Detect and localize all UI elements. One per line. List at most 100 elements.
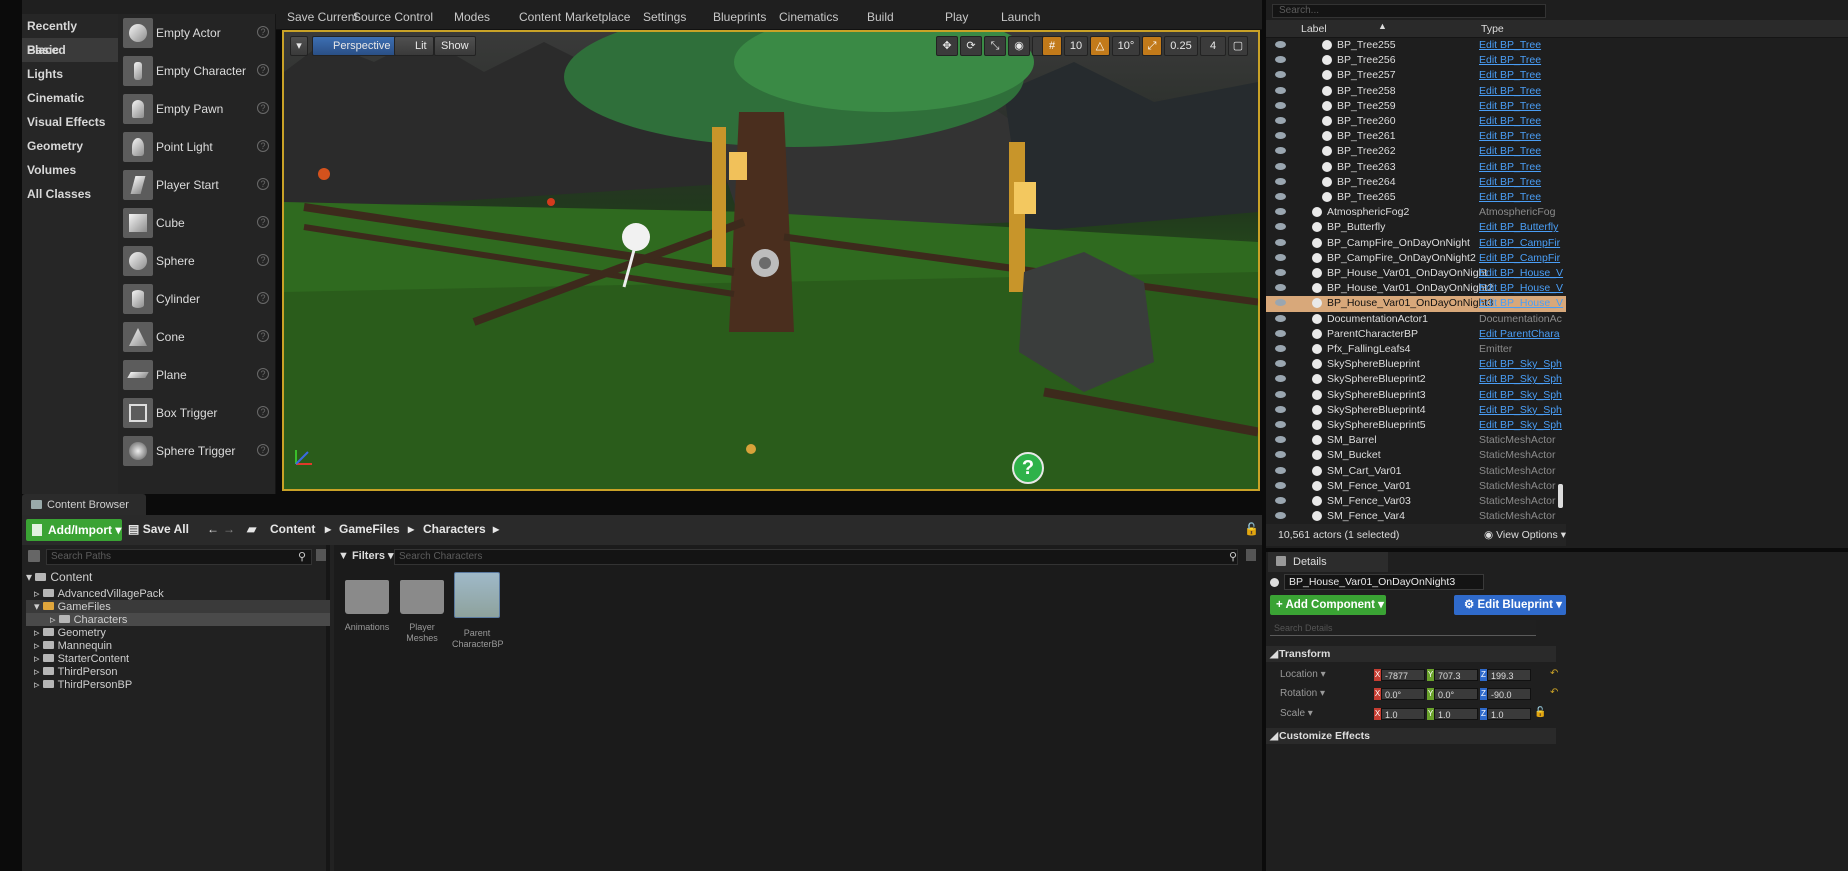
visibility-eye-icon[interactable] bbox=[1275, 208, 1286, 216]
visibility-eye-icon[interactable] bbox=[1275, 71, 1286, 79]
breadcrumb-characters[interactable]: Characters bbox=[423, 522, 486, 536]
outliner-row[interactable]: BP_House_Var01_OnDayOnNight3 Edit BP_Hous… bbox=[1266, 296, 1566, 312]
edit-blueprint-link[interactable]: Edit BP_House_V bbox=[1479, 297, 1563, 309]
filters-button[interactable]: ▼ Filters ▾ bbox=[338, 549, 394, 562]
tree-item-mannequin[interactable]: ▹ Mannequin bbox=[34, 639, 112, 652]
breadcrumb-gamefiles[interactable]: GameFiles bbox=[339, 522, 400, 536]
location-label[interactable]: Location ▾ bbox=[1280, 669, 1326, 680]
edit-blueprint-link[interactable]: Edit BP_Sky_Sph bbox=[1479, 373, 1562, 385]
add-import-button[interactable]: Add/Import ▾ bbox=[26, 519, 122, 541]
tree-item-gamefiles[interactable]: ▾ GameFiles bbox=[26, 600, 330, 613]
placeable-player-start[interactable]: Player Start ? bbox=[118, 166, 275, 204]
breadcrumb-content[interactable]: Content bbox=[270, 522, 315, 536]
outliner-row[interactable]: BP_Butterfly Edit BP_Butterfly bbox=[1266, 220, 1566, 236]
outliner-row[interactable]: SM_Bucket StaticMeshActor bbox=[1266, 448, 1566, 464]
rotate-widget-icon[interactable]: ⟳ bbox=[960, 36, 982, 56]
outliner-row[interactable]: BP_Tree262 Edit BP_Tree bbox=[1266, 144, 1566, 160]
outliner-row[interactable]: SkySphereBlueprint4 Edit BP_Sky_Sph bbox=[1266, 403, 1566, 419]
path-view-options-icon[interactable] bbox=[316, 549, 326, 561]
translate-widget-icon[interactable]: ✥ bbox=[936, 36, 958, 56]
edit-blueprint-link[interactable]: Edit BP_Tree bbox=[1479, 39, 1541, 51]
toolbar-save-current[interactable]: Save Current bbox=[287, 10, 358, 24]
edit-blueprint-link[interactable]: Edit BP_Tree bbox=[1479, 130, 1541, 142]
edit-blueprint-link[interactable]: Edit ParentChara bbox=[1479, 328, 1560, 340]
tree-item-thirdperson[interactable]: ▹ ThirdPerson bbox=[34, 665, 118, 678]
outliner-row[interactable]: BP_House_Var01_OnDayOnNight2 Edit BP_Hous… bbox=[1266, 281, 1566, 297]
details-tab[interactable]: Details bbox=[1268, 552, 1388, 572]
customize-effects-section-header[interactable]: ◢ Customize Effects bbox=[1266, 728, 1556, 744]
perspective-button[interactable]: Perspective bbox=[312, 36, 398, 56]
history-forward-icon[interactable]: → bbox=[223, 522, 235, 536]
outliner-row[interactable]: BP_Tree260 Edit BP_Tree bbox=[1266, 114, 1566, 130]
asset-folder-player-meshes[interactable]: Player Meshes bbox=[397, 572, 447, 644]
help-icon[interactable]: ? bbox=[257, 330, 269, 342]
world-local-icon[interactable]: ◉ bbox=[1008, 36, 1030, 56]
grid-snap-icon[interactable]: # bbox=[1042, 36, 1062, 56]
outliner-search-input[interactable]: Search... bbox=[1272, 4, 1546, 18]
tree-item-startercontent[interactable]: ▹ StarterContent bbox=[34, 652, 129, 665]
view-options-button[interactable]: ◉ View Options ▾ bbox=[1484, 524, 1566, 546]
maximize-viewport-icon[interactable]: ▢ bbox=[1228, 36, 1248, 56]
transform-section-header[interactable]: ◢ Transform bbox=[1266, 646, 1556, 662]
category-visual-effects[interactable]: Visual Effects bbox=[22, 110, 118, 134]
visibility-eye-icon[interactable] bbox=[1275, 253, 1286, 261]
rotation-x-field[interactable]: 0.0° bbox=[1381, 688, 1425, 700]
help-icon[interactable]: ? bbox=[257, 406, 269, 418]
visibility-eye-icon[interactable] bbox=[1275, 512, 1286, 520]
grid-snap-value[interactable]: 10 bbox=[1064, 36, 1088, 56]
help-icon[interactable]: ? bbox=[257, 292, 269, 304]
level-viewport[interactable]: ▾ Perspective Lit Show ✥ ⟳ ⤡ ◉ ⌇ # 10 △ … bbox=[282, 30, 1260, 491]
outliner-scrollbar[interactable] bbox=[1558, 484, 1563, 508]
visibility-eye-icon[interactable] bbox=[1275, 41, 1286, 48]
visibility-eye-icon[interactable] bbox=[1275, 466, 1286, 474]
outliner-row[interactable]: ParentCharacterBP Edit ParentChara bbox=[1266, 327, 1566, 343]
placeable-cone[interactable]: Cone ? bbox=[118, 318, 275, 356]
help-icon[interactable]: ? bbox=[257, 64, 269, 76]
category-lights[interactable]: Lights bbox=[22, 62, 118, 86]
outliner-row[interactable]: DocumentationActor1 DocumentationAc bbox=[1266, 312, 1566, 328]
placeable-cube[interactable]: Cube ? bbox=[118, 204, 275, 242]
outliner-row[interactable]: SM_Fence_Var01 StaticMeshActor bbox=[1266, 479, 1566, 495]
placeable-cylinder[interactable]: Cylinder ? bbox=[118, 280, 275, 318]
asset-parent-character-bp[interactable]: Parent CharacterBP bbox=[452, 572, 504, 650]
outliner-row[interactable]: Pfx_FallingLeafs4 Emitter bbox=[1266, 342, 1566, 358]
rotation-y-field[interactable]: 0.0° bbox=[1434, 688, 1478, 700]
edit-blueprint-link[interactable]: Edit BP_Sky_Sph bbox=[1479, 358, 1562, 370]
visibility-eye-icon[interactable] bbox=[1275, 314, 1286, 322]
reset-rotation-icon[interactable]: ↶ bbox=[1550, 687, 1558, 698]
help-icon[interactable]: ? bbox=[257, 102, 269, 114]
location-x-field[interactable]: -7877 bbox=[1381, 669, 1425, 681]
camera-speed-value[interactable]: 4 bbox=[1200, 36, 1226, 56]
save-all-button[interactable]: ▤ Save All bbox=[128, 522, 189, 536]
edit-blueprint-link[interactable]: Edit BP_House_V bbox=[1479, 282, 1563, 294]
help-icon[interactable]: ? bbox=[257, 178, 269, 190]
asset-folder-animations[interactable]: Animations bbox=[342, 572, 392, 633]
edit-blueprint-link[interactable]: Edit BP_Sky_Sph bbox=[1479, 389, 1562, 401]
edit-blueprint-button[interactable]: ⚙ Edit Blueprint ▾ bbox=[1454, 595, 1566, 615]
help-icon[interactable]: ? bbox=[257, 254, 269, 266]
edit-blueprint-link[interactable]: Edit BP_Butterfly bbox=[1479, 221, 1558, 233]
visibility-eye-icon[interactable] bbox=[1275, 390, 1286, 398]
tree-item-characters[interactable]: ▹ Characters bbox=[26, 613, 330, 626]
outliner-row[interactable]: BP_Tree263 Edit BP_Tree bbox=[1266, 160, 1566, 176]
edit-blueprint-link[interactable]: Edit BP_Tree bbox=[1479, 115, 1541, 127]
placeable-empty-character[interactable]: Empty Character ? bbox=[118, 52, 275, 90]
toolbar-blueprints[interactable]: Blueprints bbox=[713, 10, 766, 24]
visibility-eye-icon[interactable] bbox=[1275, 421, 1286, 428]
show-button[interactable]: Show bbox=[434, 36, 476, 56]
visibility-eye-icon[interactable] bbox=[1275, 86, 1286, 94]
edit-blueprint-link[interactable]: Edit BP_Tree bbox=[1479, 145, 1541, 157]
outliner-row[interactable]: SM_Barrel StaticMeshActor bbox=[1266, 433, 1566, 449]
outliner-row[interactable]: SM_Fence_Var4 StaticMeshActor bbox=[1266, 509, 1566, 524]
edit-blueprint-link[interactable]: Edit BP_Tree bbox=[1479, 100, 1541, 112]
outliner-row[interactable]: BP_CampFire_OnDayOnNight Edit BP_CampFir bbox=[1266, 236, 1566, 252]
category-volumes[interactable]: Volumes bbox=[22, 158, 118, 182]
visibility-eye-icon[interactable] bbox=[1275, 436, 1286, 444]
visibility-eye-icon[interactable] bbox=[1275, 117, 1286, 124]
outliner-row[interactable]: BP_Tree255 Edit BP_Tree bbox=[1266, 38, 1566, 54]
category-cinematic[interactable]: Cinematic bbox=[22, 86, 118, 110]
placeable-sphere-trigger[interactable]: Sphere Trigger ? bbox=[118, 432, 275, 470]
toolbar-content[interactable]: Content bbox=[519, 10, 561, 24]
outliner-row[interactable]: BP_Tree257 Edit BP_Tree bbox=[1266, 68, 1566, 84]
tree-item-geometry[interactable]: ▹ Geometry bbox=[34, 626, 106, 639]
